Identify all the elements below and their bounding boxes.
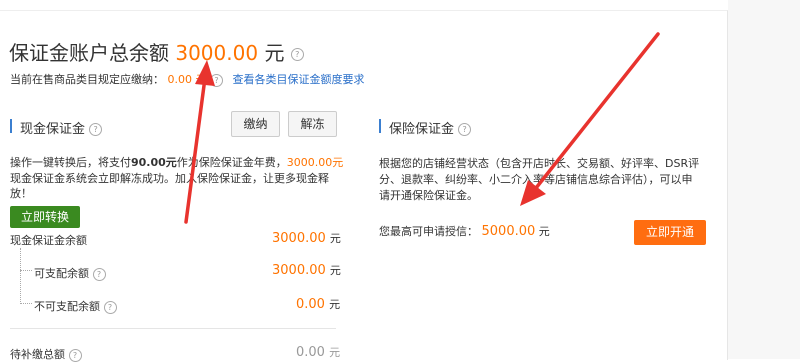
cash-description-line3: 放！ [10,187,32,200]
tree-line [20,248,22,304]
desc-text: 操作一键转换后，将支付 [10,156,131,169]
help-icon[interactable]: ? [210,73,223,87]
section-marker [10,119,12,133]
cash-deposit-title: 现金保证金 [20,122,86,137]
unfreeze-button[interactable]: 解冻 [288,111,337,137]
pending-total-label: 待补缴总额 ? [10,346,82,362]
required-deposit-label: 当前在售商品类目规定应缴纳： [10,73,164,86]
label: 不可支配余额 [34,300,100,313]
right-gutter [728,0,800,359]
cash-description-line1: 操作一键转换后，将支付90.00元作为保险保证金年费，3000.00元 [10,154,343,170]
unit: 元 [329,298,341,311]
unit: 元 [329,232,341,245]
fee-amount: 90.00元 [131,156,177,169]
amount: 0.00 [296,297,325,312]
insurance-deposit-heading: 保险保证金 ? [389,118,472,137]
available-balance-value: 3000.00 元 [272,262,341,278]
cash-balance-label: 现金保证金余额 [10,234,87,247]
max-credit-amount: 5000.00 [481,224,536,239]
unfreeze-amount: 3000.00元 [286,156,344,169]
help-icon[interactable]: ? [103,300,117,314]
unavailable-balance-value: 0.00 元 [296,296,340,312]
total-balance-unit: 元 [264,41,285,65]
cash-deposit-heading: 现金保证金 ? [20,118,103,137]
help-icon[interactable]: ? [92,267,106,281]
insurance-deposit-title: 保险保证金 [389,122,455,137]
required-deposit-value: 0.00 元 [167,73,207,86]
insurance-description-line3: 请开通保险保证金。 [379,189,478,202]
convert-now-button[interactable]: 立即转换 [10,206,80,228]
label: 可支配余额 [34,267,89,280]
open-now-button[interactable]: 立即开通 [634,220,706,245]
label: 待补缴总额 [10,348,65,361]
tree-branch [20,270,32,271]
divider [10,328,336,329]
help-icon[interactable]: ? [290,48,304,61]
amount: 3000.00 [272,231,326,246]
unit: 元 [329,346,341,359]
unit: 元 [329,264,341,277]
max-credit-unit: 元 [538,225,550,238]
max-credit-line: 您最高可申请授信： 5000.00 元 [379,223,550,239]
desc-text: 作为保险保证金年费， [176,156,287,169]
insurance-description-line2: 分、退款率、纠纷率、小二介入率等店铺信息综合评估），可以申 [379,173,693,186]
total-balance-amount: 3000.00 [175,41,259,65]
page-title-text: 保证金账户总余额 [9,41,169,65]
insurance-description-line1: 根据您的店铺经营状态（包含开店时长、交易额、好评率、DSR评 [379,157,700,170]
pay-button[interactable]: 缴纳 [231,111,280,137]
cash-balance-value: 3000.00 元 [272,230,341,246]
pending-total-value: 0.00 元 [296,344,340,360]
help-icon[interactable]: ? [68,348,82,362]
amount: 3000.00 [272,263,326,278]
max-credit-label: 您最高可申请授信： [379,225,478,238]
section-marker [379,119,381,133]
required-deposit-line: 当前在售商品类目规定应缴纳： 0.00 元 ? 查看各类目保证金额度要求 [10,71,365,87]
cash-description-line2: 现金保证金系统会立即解冻成功。加入保险保证金，让更多现金释 [10,172,329,185]
tree-branch [20,303,32,304]
help-icon[interactable]: ? [89,123,103,136]
unavailable-balance-label: 不可支配余额 ? [34,298,117,314]
category-requirements-link[interactable]: 查看各类目保证金额度要求 [233,73,365,86]
available-balance-label: 可支配余额 ? [34,265,106,281]
page-title: 保证金账户总余额 3000.00 元 ? [9,37,304,66]
amount: 0.00 [296,345,325,360]
help-icon[interactable]: ? [458,123,472,136]
